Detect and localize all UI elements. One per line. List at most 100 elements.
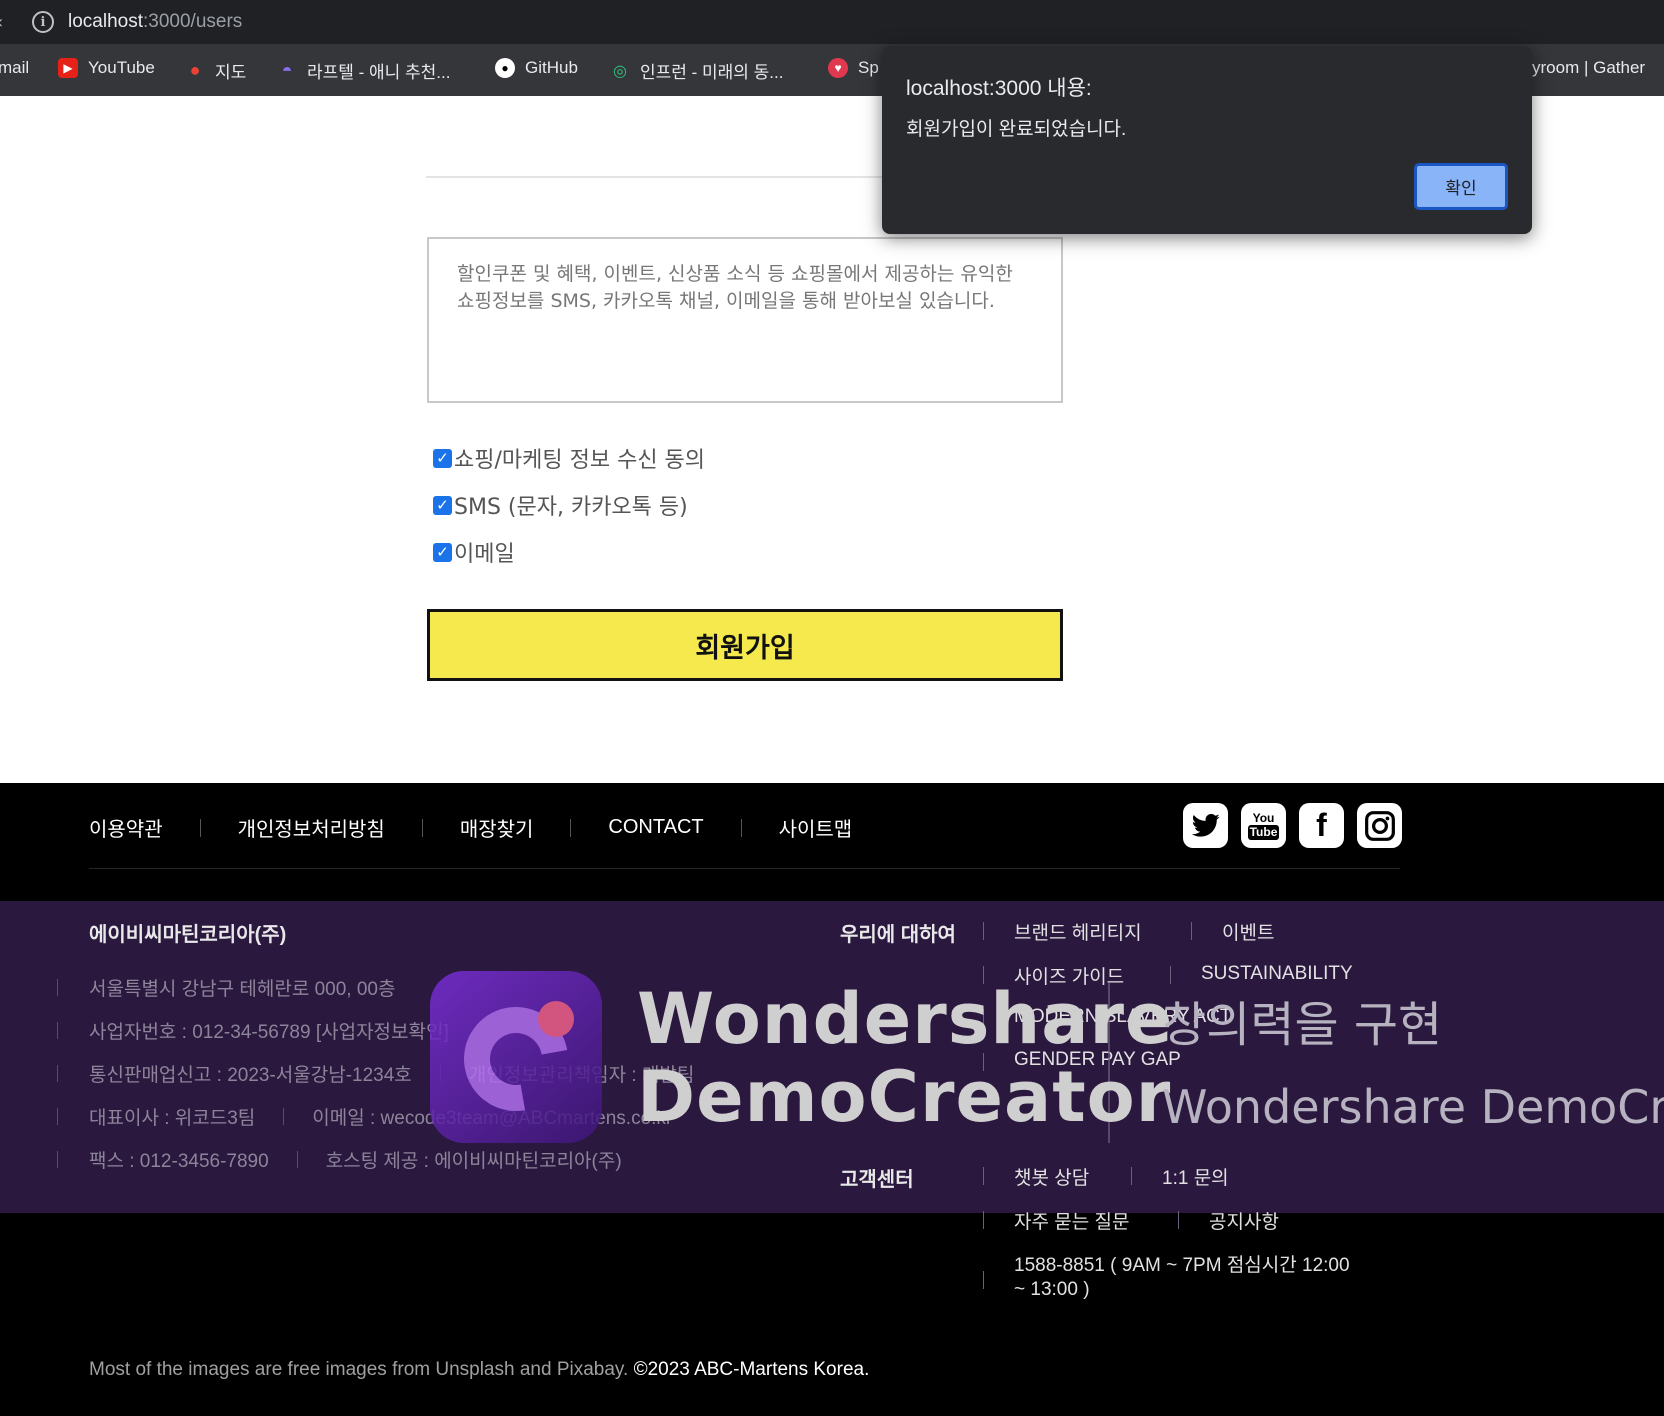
info-bar [57, 1108, 58, 1125]
cs-link-notice[interactable]: 공지사항 [1209, 1207, 1279, 1234]
maps-icon: ● [189, 60, 201, 80]
ceo-name: 대표이사 : 위코드3팀 [89, 1108, 256, 1129]
checkbox-checked-icon[interactable]: ✓ [433, 448, 452, 468]
hosting-provider: 호스팅 제공 : 에이비씨마틴코리아(주) [325, 1151, 622, 1172]
link-separator [1178, 1211, 1179, 1229]
about-link-event[interactable]: 이벤트 [1222, 918, 1274, 945]
footer-link-sitemap[interactable]: 사이트맵 [779, 813, 853, 842]
watermark-side1: 창의력을 구현 [1162, 997, 1443, 1053]
mail-order-number: 통신판매업신고 : 2023-서울강남-1234호 [89, 1065, 412, 1086]
signup-submit-button[interactable]: 회원가입 [427, 609, 1063, 681]
biz-number-line: 사업자번호 : 012-34-56789 [사업자정보확인] [57, 1017, 449, 1044]
link-separator [983, 922, 984, 940]
bookmark-gather[interactable]: yroom | Gather [1532, 58, 1645, 78]
nav-separator [199, 818, 201, 837]
cs-link-inquiry[interactable]: 1:1 문의 [1162, 1163, 1229, 1190]
laftel-icon: ◓ [281, 60, 293, 80]
copyright-text: Most of the images are free images from … [89, 1359, 869, 1381]
bookmark-gmail[interactable]: mail [0, 58, 29, 78]
checkbox-label: SMS (문자, 카카오톡 등) [454, 495, 688, 520]
checkbox-marketing-consent[interactable]: ✓ 쇼핑/마케팅 정보 수신 동의 [433, 442, 705, 474]
checkbox-label: 쇼핑/마케팅 정보 수신 동의 [454, 448, 706, 473]
about-title: 우리에 대하여 [840, 924, 956, 946]
about-link-sustainability[interactable]: SUSTAINABILITY [1201, 963, 1353, 985]
checkbox-label: 이메일 [454, 542, 515, 567]
inflearn-icon: ◎ [613, 62, 627, 80]
nav-separator [740, 818, 742, 837]
bookmark-inflearn[interactable]: ◎ 인프런 - 미래의 동... [610, 58, 783, 83]
info-separator [296, 1151, 298, 1168]
info-bar [57, 979, 58, 996]
info-bar [57, 1065, 58, 1082]
bookmark-label: 라프텔 - 애니 추천... [307, 63, 451, 82]
link-separator [983, 1271, 984, 1289]
bookmark-label: Sp [858, 58, 879, 77]
marketing-terms-text: 할인쿠폰 및 혜택, 이벤트, 신상품 소식 등 쇼핑몰에서 제공하는 유익한 … [457, 263, 1013, 312]
bookmark-label: yroom | Gather [1532, 58, 1646, 77]
nav-separator [570, 818, 572, 837]
fax-line: 팩스 : 012-3456-7890 호스팅 제공 : 에이비씨마틴코리아(주) [57, 1146, 622, 1173]
twitter-icon[interactable] [1183, 803, 1228, 848]
footer-link-contact[interactable]: CONTACT [608, 816, 703, 839]
biz-number[interactable]: 사업자번호 : 012-34-56789 [사업자정보확인] [89, 1017, 449, 1044]
watermark-line1: Wondershare [637, 978, 1174, 1060]
company-address-line: 서울특별시 강남구 테헤란로 000, 00층 [57, 974, 395, 1001]
footer-link-terms[interactable]: 이용약관 [89, 813, 163, 842]
footer-link-stores[interactable]: 매장찾기 [460, 813, 534, 842]
bookmark-label: 인프런 - 미래의 동... [640, 63, 784, 82]
url-host: localhost [68, 11, 143, 32]
alert-ok-button[interactable]: 확인 [1414, 163, 1508, 210]
checkbox-checked-icon[interactable]: ✓ [433, 542, 452, 562]
bookmark-github[interactable]: ● GitHub [495, 58, 578, 78]
youtube-icon: ▶ [58, 58, 78, 78]
url-path: :3000/users [143, 11, 243, 32]
alert-message: 회원가입이 완료되었습니다. [906, 119, 1127, 140]
cs-link-chatbot[interactable]: 챗봇 상담 [1014, 1163, 1089, 1190]
watermark-side2: Wondershare DemoCr [1162, 1080, 1664, 1134]
bookmark-youtube[interactable]: ▶ YouTube [58, 58, 155, 78]
democreator-logo-icon [430, 971, 602, 1143]
copyright-prefix: Most of the images are free images from … [89, 1359, 629, 1380]
address-bar: ‹ i localhost:3000/users [0, 0, 1664, 44]
bookmark-label: YouTube [88, 58, 155, 77]
alert-title: localhost:3000 내용: [906, 77, 1092, 100]
info-bar [57, 1151, 58, 1168]
bookmark-icon: ♥ [828, 58, 848, 78]
bookmark-label: mail [0, 58, 30, 77]
link-separator [1191, 922, 1192, 940]
nav-separator [421, 818, 423, 837]
checkbox-checked-icon[interactable]: ✓ [433, 495, 452, 515]
bookmark-laftel[interactable]: ◓ 라프텔 - 애니 추천... [277, 58, 451, 83]
social-links: You Tube f [1183, 803, 1415, 848]
fax-number: 팩스 : 012-3456-7890 [89, 1151, 269, 1172]
instagram-icon[interactable] [1357, 803, 1402, 848]
about-link-heritage[interactable]: 브랜드 헤리티지 [1014, 918, 1142, 945]
bookmark-sp[interactable]: ♥ Sp [828, 58, 879, 78]
facebook-icon[interactable]: f [1299, 803, 1344, 848]
logo-dot [538, 1001, 574, 1037]
watermark-line2: DemoCreator [637, 1056, 1172, 1138]
info-separator [283, 1108, 285, 1125]
cs-phone-line1: 1588-8851 ( 9AM ~ 7PM 점심시간 12:00 [1014, 1255, 1350, 1276]
site-info-icon[interactable]: i [32, 11, 54, 33]
bookmark-maps[interactable]: ● 지도 [185, 58, 247, 83]
copyright-brand: ©2023 ABC-Martens Korea. [633, 1359, 870, 1380]
cs-title: 고객센터 [840, 1169, 914, 1191]
back-arrow-icon[interactable]: ‹ [0, 12, 16, 33]
url-field[interactable]: localhost:3000/users [68, 11, 242, 33]
marketing-terms-box[interactable]: 할인쿠폰 및 혜택, 이벤트, 신상품 소식 등 쇼핑몰에서 제공하는 유익한 … [427, 237, 1063, 403]
footer-divider [89, 868, 1400, 869]
link-separator [983, 1167, 984, 1185]
footer-nav: 이용약관 개인정보처리방침 매장찾기 CONTACT 사이트맵 [89, 813, 852, 842]
cs-phone-line2: ~ 13:00 ) [1014, 1279, 1090, 1300]
info-bar [57, 1022, 58, 1039]
alert-dialog: localhost:3000 내용: 회원가입이 완료되었습니다. 확인 [882, 46, 1532, 234]
youtube-icon[interactable]: You Tube [1241, 803, 1286, 848]
footer-link-privacy[interactable]: 개인정보처리방침 [238, 813, 385, 842]
checkbox-sms[interactable]: ✓ SMS (문자, 카카오톡 등) [433, 489, 688, 521]
checkbox-email[interactable]: ✓ 이메일 [433, 536, 515, 568]
company-address: 서울특별시 강남구 테헤란로 000, 00층 [89, 979, 396, 1000]
link-separator [1131, 1167, 1132, 1185]
cs-link-faq[interactable]: 자주 묻는 질문 [1014, 1207, 1129, 1234]
link-separator [983, 1211, 984, 1229]
